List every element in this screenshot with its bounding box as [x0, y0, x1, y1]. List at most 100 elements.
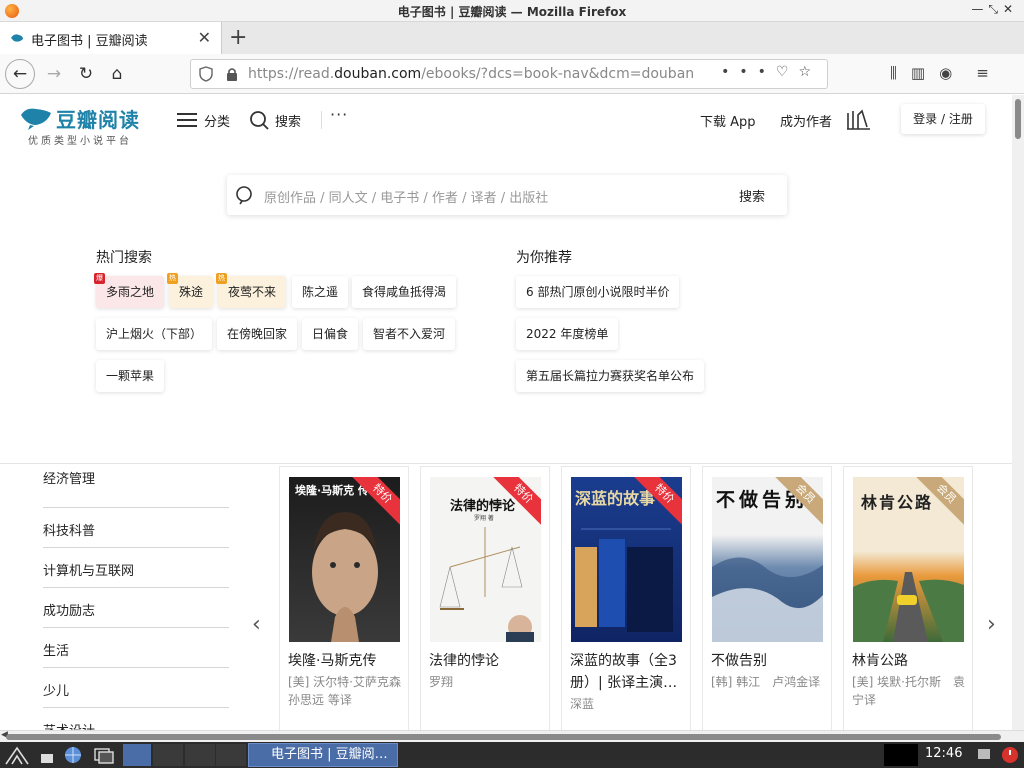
- hot-tag[interactable]: 智者不入爱河: [363, 318, 456, 350]
- site-search-box[interactable]: 原创作品 / 同人文 / 电子书 / 作者 / 译者 / 出版社 搜索: [227, 175, 787, 215]
- horizontal-scroll-thumb[interactable]: [6, 734, 1001, 740]
- reload-button[interactable]: ↻: [72, 60, 100, 88]
- book-title[interactable]: 深蓝的故事（全3册）| 张译主演…: [570, 650, 690, 694]
- category-item[interactable]: 计算机与互联网: [43, 548, 229, 588]
- nav-search[interactable]: 搜索: [275, 111, 301, 130]
- book-title[interactable]: 埃隆·马斯克传: [288, 650, 406, 672]
- window-controls[interactable]: —⤡✕: [971, 2, 1018, 17]
- book-cover[interactable]: 埃隆·马斯克 传 特价: [289, 477, 400, 642]
- sidebar-icon[interactable]: ▥: [911, 64, 925, 82]
- page-actions-icon[interactable]: •••: [721, 64, 776, 80]
- minimize-icon[interactable]: —: [971, 2, 988, 16]
- hot-tag[interactable]: 日偏食: [302, 318, 359, 350]
- book-card[interactable]: 埃隆·马斯克 传 特价 埃隆·马斯克传 [美] 沃尔特·艾萨克森 孙思远 等译: [279, 466, 409, 730]
- clock: 12:46: [925, 746, 963, 761]
- shield-icon[interactable]: [199, 66, 213, 82]
- pocket-icon[interactable]: ♡: [776, 64, 799, 80]
- search-submit-button[interactable]: 搜索: [739, 186, 765, 205]
- book-cover[interactable]: 法律的悖论 罗翔 著 特价: [430, 477, 541, 642]
- window-titlebar: 电子图书 | 豆瓣阅读 — Mozilla Firefox —⤡✕: [0, 0, 1024, 22]
- book-card[interactable]: 林肯公路 会员 林肯公路 [美] 埃默·托尔斯 袁宁译: [843, 466, 973, 730]
- menu-icon[interactable]: ≡: [976, 64, 989, 82]
- hot-tag[interactable]: 在傍晚回家: [217, 318, 298, 350]
- nav-more-button[interactable]: ···: [330, 105, 348, 124]
- forward-button[interactable]: →: [40, 60, 68, 88]
- download-app-link[interactable]: 下载 App: [700, 111, 756, 130]
- bird-logo-icon: [21, 108, 51, 130]
- power-icon[interactable]: [1000, 744, 1020, 766]
- book-cover[interactable]: 深蓝的故事 特价: [571, 477, 682, 642]
- book-cover[interactable]: 林肯公路 会员: [853, 477, 964, 642]
- hot-badge: 热: [167, 273, 178, 284]
- book-card[interactable]: 不做告别 会员 不做告别 [韩] 韩江 卢鸿金译: [702, 466, 832, 730]
- carousel-prev-arrow[interactable]: ‹: [252, 612, 261, 637]
- os-taskbar: 电子图书 | 豆瓣阅… 12:46: [0, 742, 1024, 768]
- tab-douban-ebooks[interactable]: 电子图书 | 豆瓣阅读 ✕: [0, 22, 222, 54]
- category-item[interactable]: 经济管理: [43, 468, 229, 508]
- search-icon[interactable]: [249, 110, 269, 130]
- book-author: [美] 埃默·托尔斯 袁宁译: [852, 675, 965, 707]
- workspace-1[interactable]: [153, 744, 183, 766]
- bookmark-star-icon[interactable]: ☆: [798, 64, 821, 80]
- vertical-scroll-thumb[interactable]: [1015, 99, 1021, 139]
- home-button[interactable]: ⌂: [103, 60, 131, 88]
- nav-divider: [321, 111, 322, 129]
- hot-tag[interactable]: 陈之遥: [292, 276, 349, 308]
- douban-favicon-icon: [11, 34, 23, 42]
- hot-tag[interactable]: 热夜莺不来: [216, 273, 287, 308]
- bookshelf-icon[interactable]: [845, 109, 871, 131]
- book-card[interactable]: 法律的悖论 罗翔 著 特价 法律的悖论 罗翔: [420, 466, 550, 730]
- url-bar[interactable]: https://read.douban.com/ebooks/?dcs=book…: [190, 59, 828, 89]
- carousel-next-arrow[interactable]: ›: [987, 612, 996, 637]
- url-text[interactable]: https://read.douban.com/ebooks/?dcs=book…: [248, 66, 694, 82]
- category-item[interactable]: 生活: [43, 628, 229, 668]
- douban-read-logo[interactable]: 豆瓣阅读 优质类型小说平台: [20, 105, 140, 147]
- hot-tag[interactable]: 热殊途: [167, 273, 214, 308]
- hot-tag[interactable]: 沪上烟火（下部）: [96, 318, 213, 350]
- file-manager-icon[interactable]: [38, 744, 56, 766]
- browser-globe-icon[interactable]: [62, 744, 84, 766]
- horizontal-scrollbar[interactable]: ◀: [0, 730, 1024, 742]
- workspace-3[interactable]: [216, 744, 246, 766]
- hot-tag[interactable]: 爆多雨之地: [94, 273, 165, 308]
- library-icon[interactable]: ⫼: [890, 64, 897, 82]
- become-author-link[interactable]: 成为作者: [780, 111, 832, 130]
- new-tab-button[interactable]: +: [229, 25, 247, 50]
- book-card[interactable]: 深蓝的故事 特价 深蓝的故事（全3册）| 张译主演… 深蓝: [561, 466, 691, 730]
- category-item[interactable]: 科技科普: [43, 508, 229, 548]
- category-item[interactable]: 少儿: [43, 668, 229, 708]
- book-title[interactable]: 法律的悖论: [429, 650, 547, 672]
- back-button[interactable]: ←: [5, 59, 35, 89]
- tab-close-icon[interactable]: ✕: [198, 28, 211, 47]
- book-author: [韩] 韩江 卢鸿金译: [711, 675, 821, 689]
- maximize-icon[interactable]: ⤡: [988, 2, 1003, 16]
- nav-category[interactable]: 分类: [204, 111, 230, 130]
- vertical-scrollbar[interactable]: [1012, 95, 1024, 730]
- category-menu-icon[interactable]: [177, 113, 197, 127]
- url-actions[interactable]: •••♡☆: [721, 64, 821, 80]
- account-icon[interactable]: ◉: [939, 64, 952, 82]
- start-menu-icon[interactable]: [4, 744, 30, 766]
- category-item[interactable]: 成功励志: [43, 588, 229, 628]
- search-input[interactable]: 原创作品 / 同人文 / 电子书 / 作者 / 译者 / 出版社: [264, 187, 548, 206]
- hot-tag[interactable]: 一颗苹果: [96, 360, 165, 392]
- recommend-heading: 为你推荐: [516, 250, 572, 266]
- book-section: 经济管理 科技科普 计算机与互联网 成功励志 生活 少儿 艺术设计 ‹ › 埃隆…: [0, 463, 1012, 730]
- recommend-item[interactable]: 第五届长篇拉力赛获奖名单公布: [516, 360, 705, 392]
- lock-icon[interactable]: [226, 67, 238, 82]
- taskbar-window-button[interactable]: 电子图书 | 豆瓣阅…: [248, 743, 398, 767]
- cover-title-text: 埃隆·马斯克 传: [295, 484, 370, 497]
- category-item[interactable]: 艺术设计: [43, 708, 229, 730]
- firefox-taskbar-icon[interactable]: [123, 744, 151, 766]
- book-title[interactable]: 林肯公路: [852, 650, 970, 672]
- workspace-2[interactable]: [185, 744, 215, 766]
- recommend-item[interactable]: 2022 年度榜单: [516, 318, 619, 350]
- recommend-item[interactable]: 6 部热门原创小说限时半价: [516, 276, 680, 308]
- hot-tag[interactable]: 食得咸鱼抵得渴: [352, 276, 457, 308]
- windows-icon[interactable]: [92, 744, 116, 766]
- login-register-button[interactable]: 登录 / 注册: [901, 104, 985, 134]
- close-window-icon[interactable]: ✕: [1003, 2, 1018, 16]
- book-cover[interactable]: 不做告别 会员: [712, 477, 823, 642]
- network-icon[interactable]: [975, 744, 993, 766]
- book-title[interactable]: 不做告别: [711, 650, 829, 672]
